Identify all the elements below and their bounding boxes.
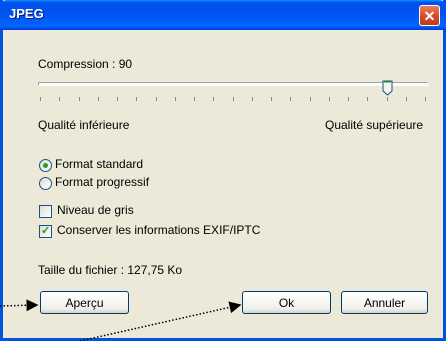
- compression-slider-thumb[interactable]: [382, 80, 393, 96]
- close-icon: ✕: [423, 7, 436, 24]
- slider-tick: [213, 97, 214, 101]
- slider-tick: [425, 97, 426, 101]
- slider-tick: [406, 97, 407, 101]
- slider-tick: [40, 97, 41, 101]
- preview-button-label: Aperçu: [65, 295, 104, 310]
- format-standard-radio[interactable]: [39, 159, 52, 172]
- slider-tick: [329, 97, 330, 101]
- slider-tick: [117, 97, 118, 101]
- checkmark-icon: ✓: [41, 225, 51, 237]
- slider-tick: [136, 97, 137, 101]
- format-progressive-radio[interactable]: [39, 177, 52, 190]
- close-button[interactable]: ✕: [419, 5, 440, 26]
- title-bar[interactable]: JPEG ✕: [0, 0, 446, 30]
- quality-min-label: Qualité inférieure: [38, 118, 130, 132]
- compression-slider-ticks: [40, 97, 426, 102]
- slider-tick: [156, 97, 157, 101]
- ok-button-label: Ok: [278, 295, 295, 310]
- compression-label: Compression : 90: [38, 57, 133, 71]
- format-progressive-label: Format progressif: [55, 175, 150, 189]
- slider-tick: [175, 97, 176, 101]
- window-title: JPEG: [9, 6, 44, 21]
- exif-label: Conserver les informations EXIF/IPTC: [57, 223, 261, 237]
- slider-tick: [271, 97, 272, 101]
- ok-button[interactable]: Ok: [242, 291, 331, 314]
- grayscale-label: Niveau de gris: [57, 203, 134, 217]
- file-size-label: Taille du fichier : 127,75 Ko: [38, 263, 183, 277]
- slider-tick: [387, 97, 388, 101]
- quality-max-label: Qualité supérieure: [325, 118, 424, 132]
- slider-tick: [310, 97, 311, 101]
- format-standard-label: Format standard: [55, 157, 144, 171]
- grayscale-checkbox[interactable]: [39, 205, 52, 218]
- exif-checkbox[interactable]: ✓: [39, 225, 52, 238]
- slider-tick: [367, 97, 368, 101]
- slider-tick: [233, 97, 234, 101]
- slider-tick: [79, 97, 80, 101]
- cancel-button-label: Annuler: [363, 295, 406, 310]
- slider-tick: [59, 97, 60, 101]
- preview-button[interactable]: Aperçu: [40, 291, 129, 314]
- cancel-button[interactable]: Annuler: [341, 291, 428, 314]
- slider-tick: [290, 97, 291, 101]
- slider-tick: [348, 97, 349, 101]
- slider-tick: [194, 97, 195, 101]
- compression-slider-track[interactable]: [38, 82, 428, 86]
- slider-tick: [252, 97, 253, 101]
- slider-tick: [98, 97, 99, 101]
